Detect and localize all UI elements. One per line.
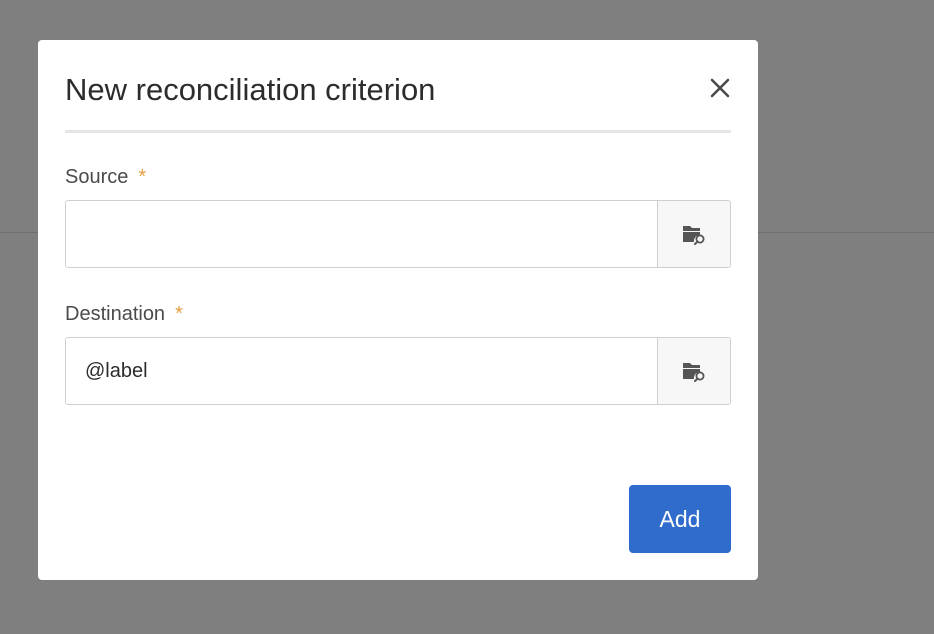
destination-label: Destination * — [65, 302, 183, 326]
destination-input[interactable] — [66, 338, 657, 404]
destination-required-mark: * — [175, 303, 183, 325]
new-reconciliation-criterion-dialog: New reconciliation criterion Source * Des… — [38, 40, 758, 580]
dialog-title: New reconciliation criterion — [65, 72, 436, 107]
source-browse-button[interactable] — [657, 201, 730, 267]
source-label: Source * — [65, 165, 146, 189]
folder-search-icon — [683, 363, 705, 382]
source-required-mark: * — [138, 166, 147, 188]
add-button[interactable]: Add — [629, 485, 731, 553]
source-input[interactable] — [66, 201, 657, 267]
folder-search-icon — [683, 226, 705, 245]
title-divider — [65, 130, 731, 133]
close-button[interactable] — [704, 72, 736, 104]
destination-label-text: Destination — [65, 303, 166, 325]
source-label-text: Source — [65, 166, 129, 188]
close-icon — [710, 78, 730, 98]
destination-browse-button[interactable] — [657, 338, 730, 404]
destination-field — [65, 337, 731, 405]
source-field — [65, 200, 731, 268]
